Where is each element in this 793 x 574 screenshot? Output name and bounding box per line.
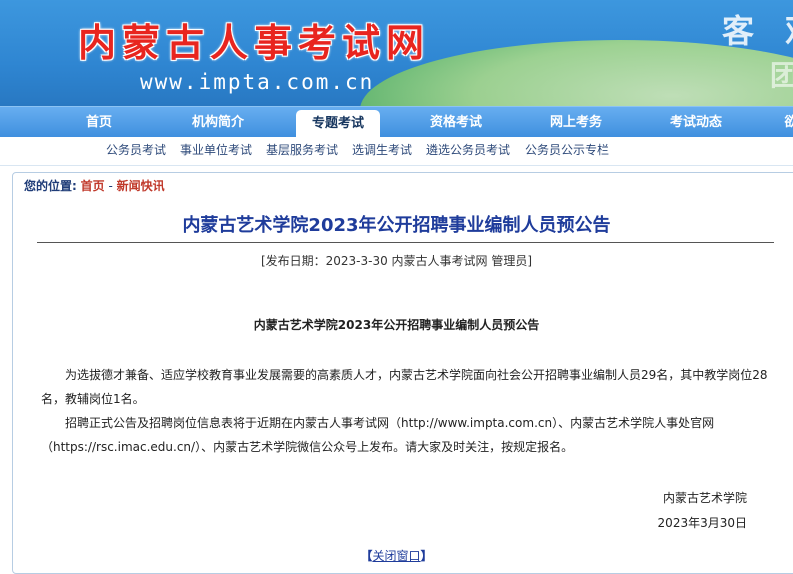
subnav-civil-servant-notice[interactable]: 公务员公示专栏 bbox=[525, 137, 609, 163]
main-nav: 首页 机构简介 专题考试 资格考试 网上考务 考试动态 欲 bbox=[0, 106, 793, 138]
article-date: 2023年3月30日 bbox=[657, 516, 747, 530]
nav-item-home[interactable]: 首页 bbox=[58, 107, 140, 138]
site-domain: www.impta.com.cn bbox=[140, 70, 375, 94]
article-meta: [发布日期：2023-3-30 内蒙古人事考试网 管理员] bbox=[260, 254, 533, 268]
banner-slogan-2: 团 bbox=[770, 59, 793, 92]
site-logo-text[interactable]: 内蒙古人事考试网 bbox=[78, 12, 430, 67]
breadcrumb-home-link[interactable]: 首页 bbox=[81, 179, 105, 193]
site-banner: 内蒙古人事考试网 www.impta.com.cn 客 观 团 bbox=[0, 0, 793, 106]
nav-item-more[interactable]: 欲 bbox=[776, 107, 793, 138]
subnav-selected-graduates[interactable]: 选调生考试 bbox=[352, 137, 412, 163]
nav-item-qualification-exams[interactable]: 资格考试 bbox=[414, 107, 498, 138]
nav-item-exam-news[interactable]: 考试动态 bbox=[654, 107, 738, 138]
close-window: 【关闭窗口】 bbox=[0, 547, 793, 564]
subnav-civil-servant-selection[interactable]: 遴选公务员考试 bbox=[426, 137, 510, 163]
article-paragraph-1: 为选拔德才兼备、适应学校教育事业发展需要的高素质人才，内蒙古艺术学院面向社会公开… bbox=[41, 368, 768, 406]
subnav-public-institution[interactable]: 事业单位考试 bbox=[180, 137, 252, 163]
title-divider bbox=[37, 242, 774, 243]
breadcrumb-label: 您的位置: bbox=[24, 179, 77, 193]
subnav-grassroots-service[interactable]: 基层服务考试 bbox=[266, 137, 338, 163]
article-subtitle: 内蒙古艺术学院2023年公开招聘事业编制人员预公告 bbox=[253, 318, 540, 332]
nav-item-online-affairs[interactable]: 网上考务 bbox=[534, 107, 618, 138]
breadcrumb-separator: - bbox=[104, 179, 117, 193]
banner-slogan: 客 观 bbox=[722, 12, 793, 50]
article-title: 内蒙古艺术学院2023年公开招聘事业编制人员预公告 bbox=[182, 215, 611, 236]
sub-nav: 公务员考试 事业单位考试 基层服务考试 选调生考试 遴选公务员考试 公务员公示专… bbox=[0, 137, 793, 166]
subnav-civil-servant[interactable]: 公务员考试 bbox=[106, 137, 166, 163]
breadcrumb: 您的位置: 首页 - 新闻快讯 bbox=[24, 177, 165, 194]
article-paragraph-2: 招聘正式公告及招聘岗位信息表将于近期在内蒙古人事考试网（http://www.i… bbox=[41, 416, 715, 454]
article-signature: 内蒙古艺术学院 bbox=[662, 491, 747, 505]
nav-item-special-exams[interactable]: 专题考试 bbox=[296, 110, 380, 138]
nav-item-about[interactable]: 机构简介 bbox=[176, 107, 260, 138]
breadcrumb-current[interactable]: 新闻快讯 bbox=[117, 179, 165, 193]
